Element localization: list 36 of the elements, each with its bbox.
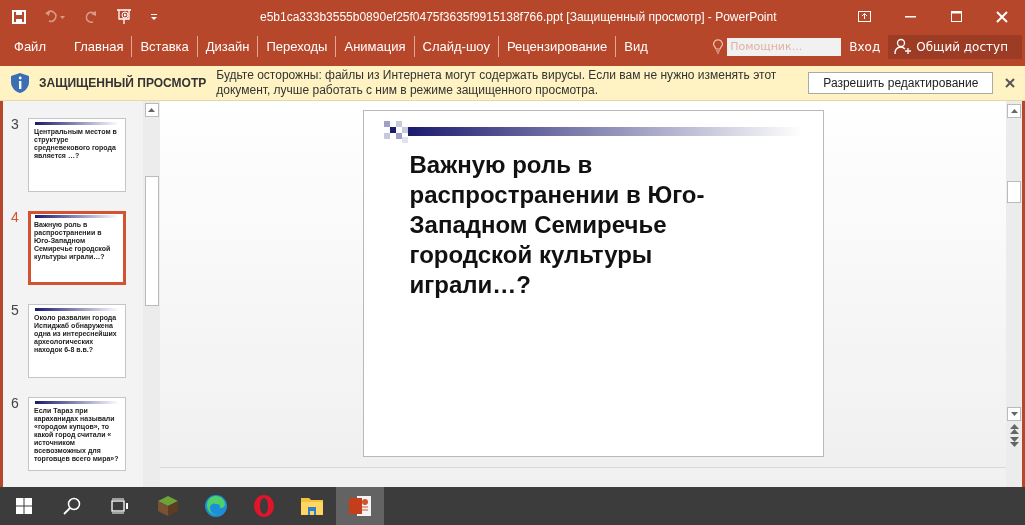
previous-slide-icon[interactable]	[1009, 424, 1019, 434]
scrollbar-thumb[interactable]	[144, 176, 159, 306]
protected-view-title: ЗАЩИЩЕННЫЙ ПРОСМОТР	[39, 76, 207, 90]
lightbulb-icon	[713, 39, 724, 54]
close-icon[interactable]	[1005, 78, 1016, 88]
ribbon-tab[interactable]: Вид	[615, 36, 656, 57]
slide-title: Важную роль в распространении в Юго-Западном Семиречье городской культуры играли…?	[409, 150, 706, 300]
protected-view-message: Будьте осторожны: файлы из Интернета могут содержать вирусы. Если вам не нужно изменять этот документ, лучше работать с ним в режиме защищенного просмотра.	[216, 68, 778, 98]
slide-number: 6	[11, 397, 20, 409]
ribbon-tab[interactable]: Вставка	[131, 36, 197, 57]
ribbon-tab[interactable]: Слайд-шоу	[413, 36, 498, 57]
scroll-up-icon[interactable]	[144, 103, 159, 117]
presentation-app-icon[interactable]	[336, 487, 384, 525]
info-shield-icon	[10, 72, 30, 94]
customize-caret-icon[interactable]	[150, 12, 158, 21]
slide-number: 3	[11, 118, 20, 130]
ribbon-tab[interactable]: Переходы	[257, 36, 336, 57]
share-button[interactable]: Общий доступ	[888, 34, 1022, 59]
next-slide-icon[interactable]	[1009, 437, 1019, 447]
window-title: e5b1ca333b3555b0890ef25f0475f3635f9915138f766.ppt [Защищенный просмотр] - PowerPoint	[260, 9, 778, 24]
tell-me-field[interactable]: Помощник...	[727, 37, 842, 56]
sign-in-link[interactable]: Вход	[841, 39, 889, 54]
ribbon-tab[interactable]: Дизайн	[196, 36, 258, 57]
save-icon[interactable]	[12, 9, 26, 24]
add-person-icon	[894, 38, 913, 55]
ribbon-tab[interactable]: Главная	[65, 36, 132, 57]
slide-number: 4	[11, 211, 20, 223]
ribbon-tab[interactable]: Анимация	[335, 36, 414, 57]
scrollbar-thumb[interactable]	[1007, 181, 1021, 203]
file-tab[interactable]: Файл	[6, 36, 54, 57]
presentation-icon[interactable]	[116, 8, 132, 25]
scroll-up-icon[interactable]	[1007, 104, 1021, 118]
scroll-down-icon[interactable]	[1007, 407, 1021, 421]
enable-editing-button[interactable]: Разрешить редактирование	[808, 72, 994, 94]
ribbon-tab[interactable]: Рецензирование	[497, 36, 616, 57]
slide-number: 5	[11, 304, 20, 316]
